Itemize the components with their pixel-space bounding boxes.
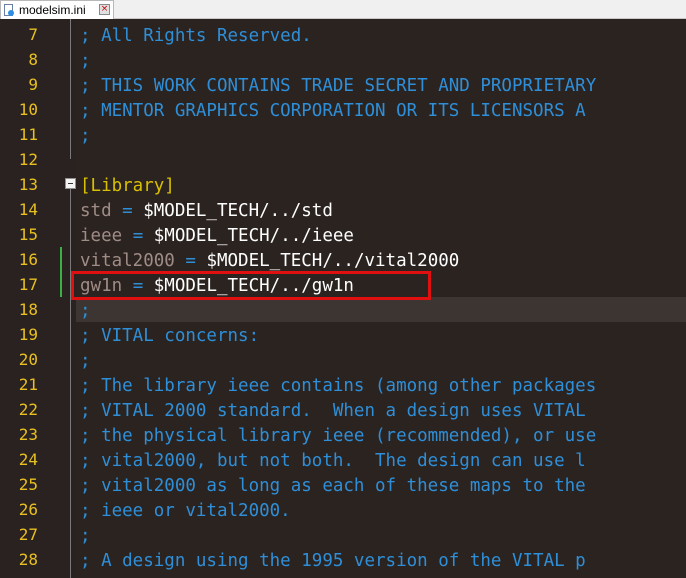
code-line: ;	[76, 124, 686, 149]
token-comment: ; All Rights Reserved.	[80, 26, 312, 46]
code-line: ieee = $MODEL_TECH/../ieee	[76, 224, 686, 249]
fold-collapse-icon[interactable]	[65, 178, 76, 189]
code-line: ;	[76, 49, 686, 74]
code-line: ; vital2000, but not both. The design ca…	[76, 449, 686, 474]
token-key: ieee	[80, 226, 123, 246]
code-line: std = $MODEL_TECH/../std	[76, 199, 686, 224]
code-line: vital2000 = $MODEL_TECH/../vital2000	[76, 249, 686, 274]
code-line: ; vital2000 as long as each of these map…	[76, 474, 686, 499]
token-comment: ;	[80, 301, 91, 321]
token-op: =	[122, 226, 154, 246]
line-number: 21	[18, 375, 38, 394]
token-comment: ; The library ieee contains (among other…	[80, 376, 597, 396]
line-number: 16	[18, 250, 38, 269]
token-key: std	[80, 201, 112, 221]
code-line: ; A design using the 1995 version of the…	[76, 549, 686, 574]
fold-guide	[70, 19, 71, 159]
token-comment: ;	[80, 51, 91, 71]
fold-guide	[70, 189, 71, 578]
fold-margin	[62, 19, 76, 578]
file-icon	[4, 3, 14, 17]
line-number: 7	[28, 25, 38, 44]
code-line: ; The library ieee contains (among other…	[76, 374, 686, 399]
line-number-gutter: 7 8 9 10 11 12 13 14 15 16 17 18 19 20 21 22 23 24 25 26 27 2…	[0, 19, 62, 578]
tab-modelsim-ini[interactable]: modelsim.ini ×	[0, 0, 114, 19]
line-number: 28	[18, 550, 38, 569]
token-value: $MODEL_TECH/../std	[143, 201, 333, 221]
line-number: 9	[28, 75, 38, 94]
token-comment: ;	[80, 351, 91, 371]
line-number: 26	[18, 500, 38, 519]
close-icon[interactable]: ×	[99, 4, 110, 15]
token-comment: ; VITAL 2000 standard. When a design use…	[80, 401, 586, 421]
token-comment: ; A design using the 1995 version of the…	[80, 551, 586, 571]
code-editor[interactable]: ; All Rights Reserved.; ; THIS WORK CONTA…	[76, 19, 686, 578]
line-number: 11	[18, 125, 38, 144]
token-value: $MODEL_TECH/../ieee	[153, 226, 354, 246]
line-number: 24	[18, 450, 38, 469]
tab-bar: modelsim.ini ×	[0, 0, 686, 19]
code-line: ; MENTOR GRAPHICS CORPORATION OR ITS LIC…	[76, 99, 686, 124]
line-number: 23	[18, 425, 38, 444]
line-number: 22	[18, 400, 38, 419]
line-number: 13	[18, 175, 38, 194]
token-comment: ; MENTOR GRAPHICS CORPORATION OR ITS LIC…	[80, 101, 586, 121]
token-comment: ;	[80, 126, 91, 146]
token-op: =	[122, 276, 154, 296]
code-line: ;	[76, 299, 686, 324]
line-number: 25	[18, 475, 38, 494]
line-number: 10	[18, 100, 38, 119]
line-number: 27	[18, 525, 38, 544]
modified-line-marker	[60, 247, 62, 272]
line-number: 15	[18, 225, 38, 244]
token-comment: ; vital2000 as long as each of these map…	[80, 476, 586, 496]
token-key: gw1n	[80, 276, 123, 296]
token-op: =	[111, 201, 144, 221]
token-op: =	[174, 251, 207, 271]
code-line: ;	[76, 524, 686, 549]
line-number: 12	[18, 150, 38, 169]
tab-label: modelsim.ini	[19, 3, 86, 17]
token-key: vital2000	[80, 251, 175, 271]
token-value: $MODEL_TECH/../gw1n	[153, 276, 354, 296]
modified-line-marker	[60, 272, 62, 297]
token-comment: ; vital2000, but not both. The design ca…	[80, 451, 586, 471]
code-line: ;	[76, 349, 686, 374]
token-comment: ; the physical library ieee (recommended…	[80, 426, 597, 446]
token-comment: ;	[80, 526, 91, 546]
code-line: ; ieee or vital2000.	[76, 499, 686, 524]
code-line: [Library]	[76, 174, 686, 199]
code-line: ; the physical library ieee (recommended…	[76, 424, 686, 449]
token-comment: ; ieee or vital2000.	[80, 501, 291, 521]
code-line: ; VITAL 2000 standard. When a design use…	[76, 399, 686, 424]
token-section: [Library]	[80, 176, 175, 196]
line-number: 17	[18, 275, 38, 294]
code-line: ; THIS WORK CONTAINS TRADE SECRET AND PR…	[76, 74, 686, 99]
code-line: ; VITAL concerns:	[76, 324, 686, 349]
line-number: 14	[18, 200, 38, 219]
token-comment: ; VITAL concerns:	[80, 326, 260, 346]
line-number: 19	[18, 325, 38, 344]
line-number: 8	[28, 50, 38, 69]
line-number: 18	[18, 300, 38, 319]
line-number: 20	[18, 350, 38, 369]
token-value: $MODEL_TECH/../vital2000	[206, 251, 460, 271]
code-line: gw1n = $MODEL_TECH/../gw1n	[76, 274, 686, 299]
code-line: ; All Rights Reserved.	[76, 24, 686, 49]
token-comment: ; THIS WORK CONTAINS TRADE SECRET AND PR…	[80, 76, 597, 96]
